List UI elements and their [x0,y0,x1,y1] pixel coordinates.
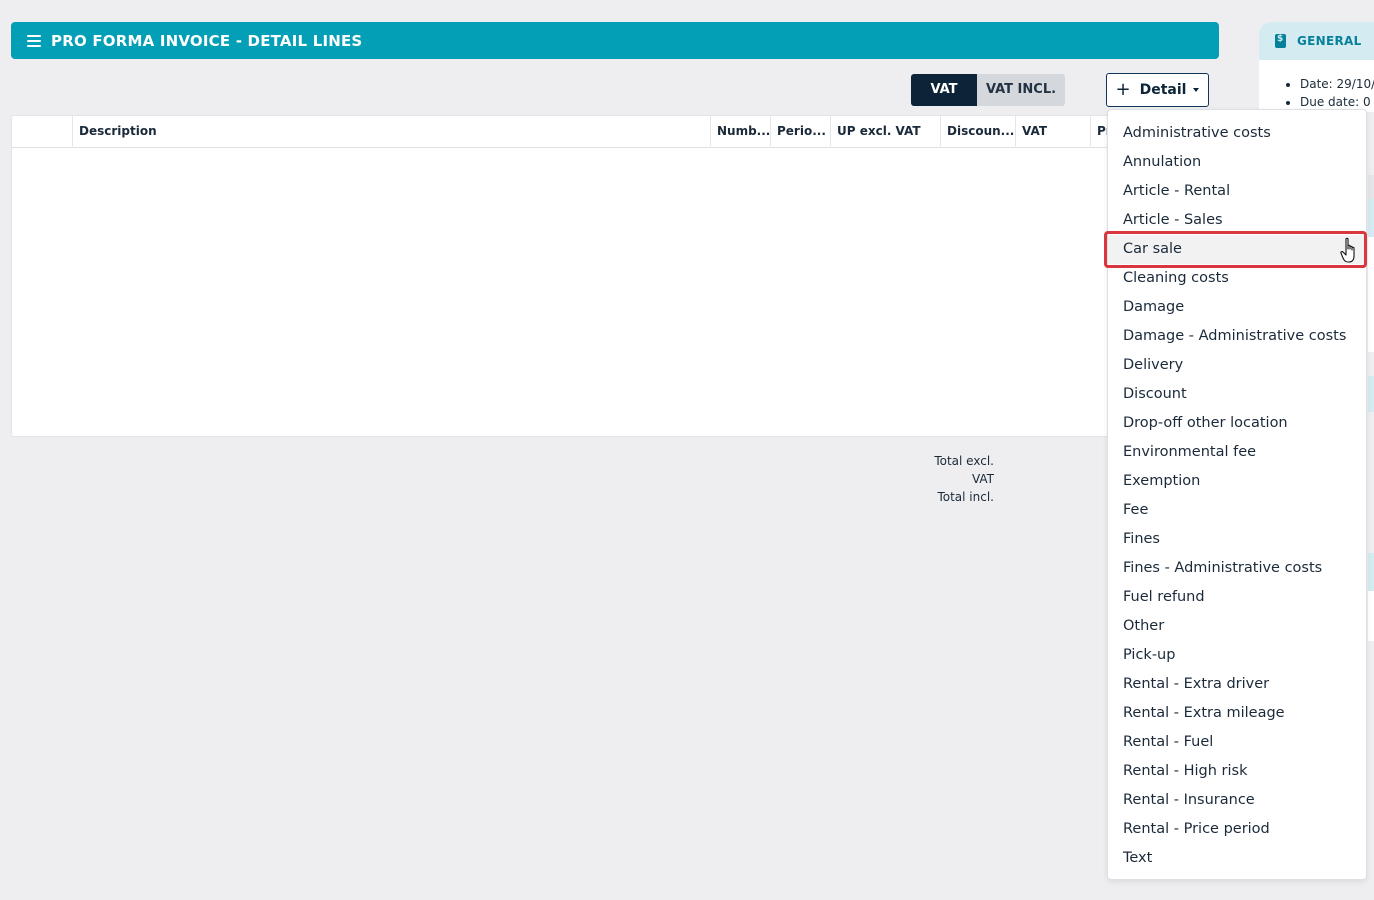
menu-item-rental-high-risk[interactable]: Rental - High risk [1108,757,1366,786]
menu-item-delivery[interactable]: Delivery [1108,351,1366,380]
total-incl-label: Total incl. [937,490,994,504]
vat-toggle: VAT EXCL. VAT INCL. [911,74,1065,106]
table-header: Description Numb... Perio... UP excl. VA… [12,116,1130,148]
general-panel-title: GENERAL [1297,34,1362,48]
menu-item-pick-up[interactable]: Pick-up [1108,641,1366,670]
general-panel-header[interactable]: GENERAL [1259,22,1374,60]
chevron-down-icon [1193,88,1200,92]
menu-item-rental-extra-mileage[interactable]: Rental - Extra mileage [1108,699,1366,728]
date-field: Date: 29/10/ [1300,75,1374,93]
side-panel-edge [1368,591,1374,641]
side-panel-edge [1368,199,1374,237]
plus-icon: + [1115,79,1131,100]
vat-excl-button[interactable]: VAT EXCL. [911,74,977,106]
menu-item-damage-administrative-costs[interactable]: Damage - Administrative costs [1108,322,1366,351]
menu-item-fines-administrative-costs[interactable]: Fines - Administrative costs [1108,554,1366,583]
vat-incl-button[interactable]: VAT INCL. [977,74,1065,106]
vat-total-label: VAT [971,472,994,486]
menu-item-environmental-fee[interactable]: Environmental fee [1108,438,1366,467]
invoice-icon [1275,34,1286,48]
detail-type-dropdown: Administrative costs Annulation Article … [1107,109,1367,880]
menu-item-rental-extra-driver[interactable]: Rental - Extra driver [1108,670,1366,699]
menu-item-fines[interactable]: Fines [1108,525,1366,554]
add-detail-button[interactable]: + Detail [1106,73,1209,107]
menu-item-fuel-refund[interactable]: Fuel refund [1108,583,1366,612]
totals-block: Total excl. VAT Total incl. [900,452,994,506]
menu-item-cleaning-costs[interactable]: Cleaning costs [1108,264,1366,293]
menu-item-rental-fuel[interactable]: Rental - Fuel [1108,728,1366,757]
add-detail-label: Detail [1139,82,1187,98]
menu-item-administrative-costs[interactable]: Administrative costs [1108,119,1366,148]
menu-item-drop-off-other-location[interactable]: Drop-off other location [1108,409,1366,438]
side-panel-edge [1368,553,1374,591]
side-panel-edge [1368,376,1374,412]
total-excl-label: Total excl. [934,454,994,468]
hand-pointer-icon [1340,237,1355,263]
page-header: PRO FORMA INVOICE - DETAIL LINES [11,22,1219,59]
column-header-description[interactable]: Description [72,116,710,146]
column-header-vat[interactable]: VAT [1015,116,1090,146]
menu-item-exemption[interactable]: Exemption [1108,467,1366,496]
menu-item-discount[interactable]: Discount [1108,380,1366,409]
detail-lines-table: Description Numb... Perio... UP excl. VA… [11,115,1131,437]
hover-highlight-box [1104,231,1367,268]
menu-item-rental-price-period[interactable]: Rental - Price period [1108,815,1366,844]
column-header-select[interactable] [12,116,72,146]
column-header-period[interactable]: Perio... [770,116,830,146]
menu-item-text[interactable]: Text [1108,844,1366,873]
column-header-up-excl-vat[interactable]: UP excl. VAT [830,116,940,146]
menu-item-article-rental[interactable]: Article - Rental [1108,177,1366,206]
column-header-number[interactable]: Numb... [710,116,770,146]
side-panel-edge [1368,237,1374,352]
menu-item-other[interactable]: Other [1108,612,1366,641]
menu-item-annulation[interactable]: Annulation [1108,148,1366,177]
general-panel: GENERAL Date: 29/10/ Due date: 0 [1259,22,1374,112]
column-header-discount[interactable]: Discoun... [940,116,1015,146]
page-title: PRO FORMA INVOICE - DETAIL LINES [51,31,363,50]
side-panel-edge [1368,175,1374,199]
menu-item-damage[interactable]: Damage [1108,293,1366,322]
menu-item-rental-insurance[interactable]: Rental - Insurance [1108,786,1366,815]
menu-item-fee[interactable]: Fee [1108,496,1366,525]
general-panel-list: Date: 29/10/ Due date: 0 [1259,60,1374,111]
menu-icon[interactable] [27,34,41,47]
